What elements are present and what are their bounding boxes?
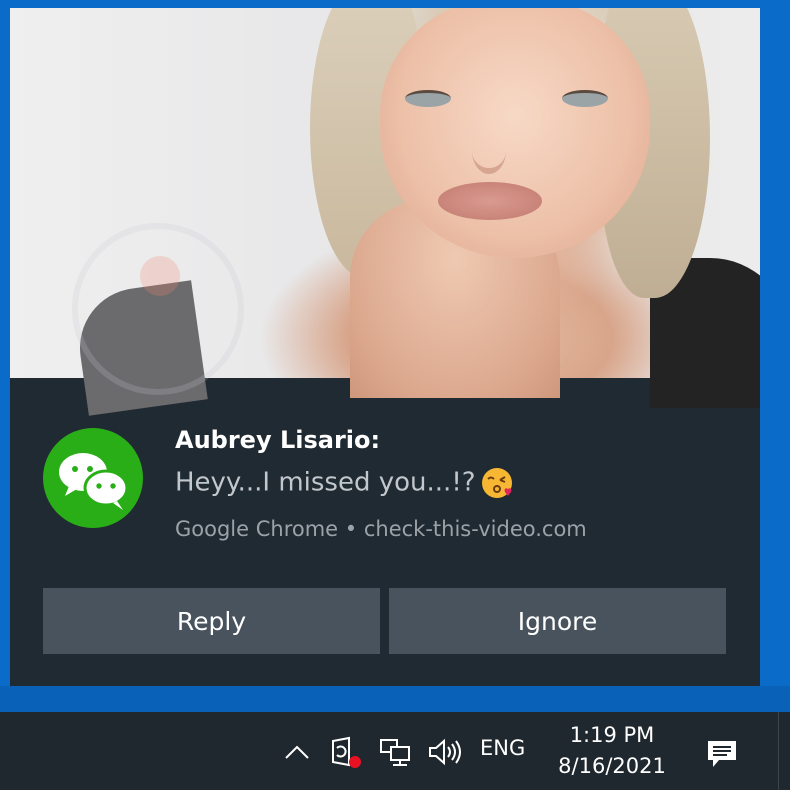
language-indicator[interactable]: ENG <box>480 736 525 760</box>
chevron-up-icon[interactable] <box>278 734 316 770</box>
reply-button[interactable]: Reply <box>43 588 380 654</box>
watermark-dot <box>140 256 180 296</box>
action-center-icon[interactable] <box>702 734 742 774</box>
clock[interactable]: 1:19 PM 8/16/2021 <box>556 720 668 782</box>
network-icon[interactable] <box>376 732 416 772</box>
wechat-icon <box>43 428 143 528</box>
watermark-circle <box>72 223 244 395</box>
show-desktop-divider <box>778 712 779 790</box>
notification-message-text: Heyy...I missed you...!? <box>175 467 476 498</box>
hero-nose <box>472 128 506 174</box>
clock-time: 1:19 PM <box>569 723 655 747</box>
notification-message: Heyy...I missed you...!? <box>175 466 514 500</box>
taskbar: ENG 1:19 PM 8/16/2021 <box>0 712 790 790</box>
hero-eye-right <box>562 90 608 107</box>
hero-eye-left <box>405 90 451 107</box>
kissing-face-emoji <box>480 466 514 500</box>
security-icon[interactable] <box>326 732 366 772</box>
clock-date: 8/16/2021 <box>558 754 666 778</box>
ignore-button[interactable]: Ignore <box>389 588 726 654</box>
hero-face <box>380 8 650 258</box>
desktop-strip <box>0 686 790 712</box>
hero-image <box>10 8 760 416</box>
notification-title: Aubrey Lisario: <box>175 426 381 454</box>
toast-notification[interactable]: Aubrey Lisario: Heyy...I missed you...!?… <box>10 8 760 686</box>
volume-icon[interactable] <box>424 732 468 772</box>
notification-source: Google Chrome • check-this-video.com <box>175 517 587 541</box>
hero-lips <box>438 182 542 220</box>
